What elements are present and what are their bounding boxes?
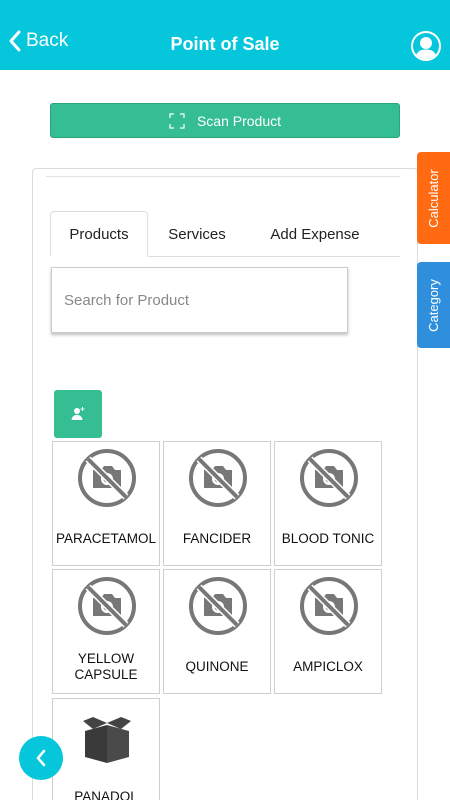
tab-services[interactable]: Services	[155, 211, 239, 257]
add-customer-button[interactable]	[54, 390, 102, 438]
product-name: AMPICLOX	[293, 659, 363, 674]
tab-products[interactable]: Products	[50, 211, 148, 257]
product-card[interactable]: BLOOD TONIC	[274, 441, 382, 566]
no-photo-icon	[300, 449, 358, 507]
panel-divider	[46, 176, 400, 177]
scan-product-label: Scan Product	[196, 112, 282, 129]
product-card[interactable]: YELLOW CAPSULE	[52, 569, 160, 694]
category-side-tab[interactable]: Category	[417, 262, 450, 348]
category-label: Category	[426, 278, 441, 332]
product-name: YELLOW CAPSULE	[74, 651, 138, 682]
profile-avatar-button[interactable]	[411, 31, 441, 61]
product-card[interactable]: PANADOL	[52, 698, 160, 800]
product-name: PARACETAMOL	[55, 531, 157, 546]
tab-add-expense[interactable]: Add Expense	[255, 211, 375, 257]
tab-bar: Products Services Add Expense	[50, 211, 400, 257]
no-photo-icon	[189, 449, 247, 507]
user-icon	[415, 37, 437, 59]
open-box-icon	[83, 717, 131, 763]
scan-frame-icon	[169, 112, 185, 129]
product-card[interactable]: QUINONE	[163, 569, 271, 694]
app-header: Back Point of Sale	[0, 0, 450, 70]
chevron-left-icon	[36, 749, 46, 767]
no-photo-icon	[300, 577, 358, 635]
no-photo-icon	[189, 577, 247, 635]
add-user-icon	[71, 407, 85, 420]
floating-back-button[interactable]	[19, 736, 63, 780]
scan-product-button[interactable]: Scan Product	[50, 103, 400, 138]
calculator-label: Calculator	[426, 168, 441, 228]
product-name: QUINONE	[185, 659, 249, 674]
product-name: BLOOD TONIC	[281, 531, 375, 546]
product-card[interactable]: FANCIDER	[163, 441, 271, 566]
no-photo-icon	[78, 449, 136, 507]
product-card[interactable]: AMPICLOX	[274, 569, 382, 694]
product-name: PANADOL	[74, 789, 138, 800]
calculator-side-tab[interactable]: Calculator	[417, 152, 450, 244]
product-name: FANCIDER	[182, 531, 252, 546]
no-photo-icon	[78, 577, 136, 635]
search-product-input[interactable]	[51, 267, 348, 333]
product-card[interactable]: PARACETAMOL	[52, 441, 160, 566]
page-title: Point of Sale	[170, 34, 280, 54]
